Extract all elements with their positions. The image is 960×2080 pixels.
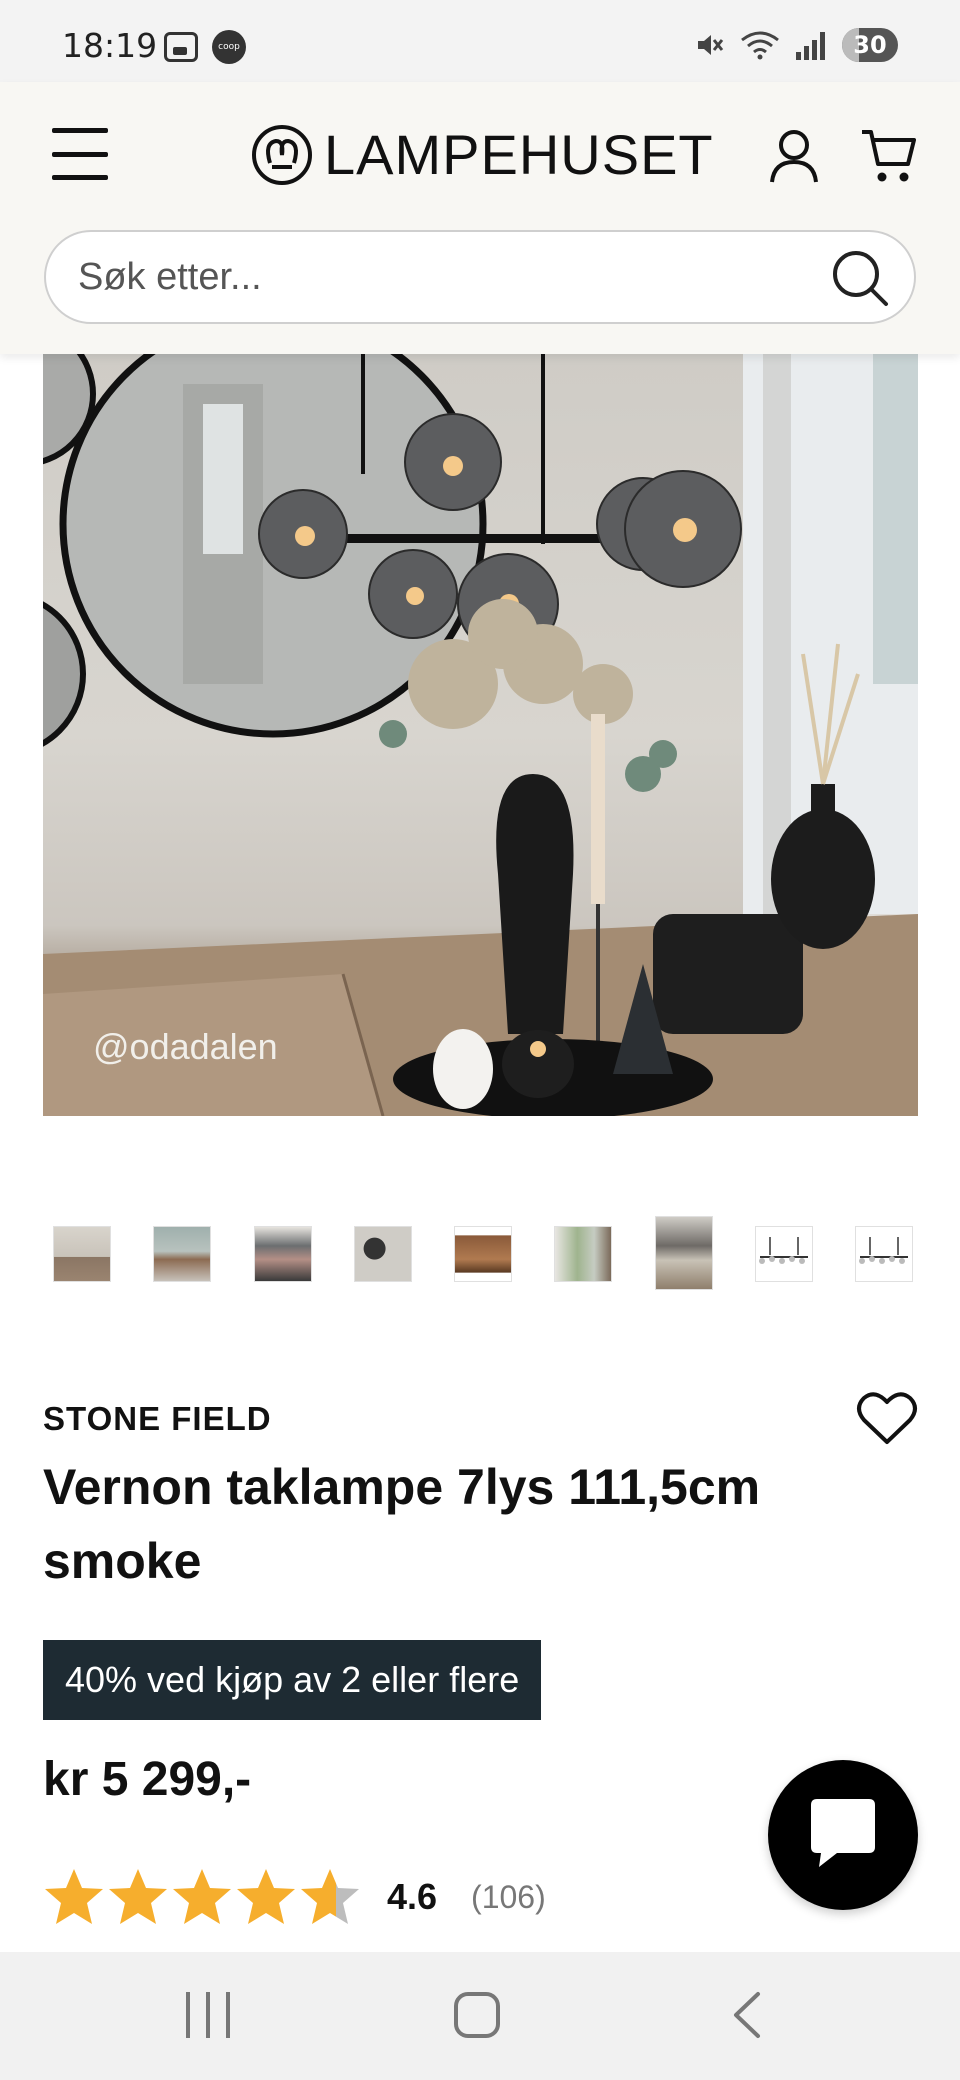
thumbnail[interactable] xyxy=(353,1226,412,1282)
thumbnail[interactable] xyxy=(454,1226,512,1282)
thumbnail[interactable] xyxy=(855,1226,913,1282)
cart-icon[interactable] xyxy=(860,126,918,186)
battery-level: 30 xyxy=(853,31,887,59)
chat-bubble-icon xyxy=(811,1799,875,1867)
battery-indicator: 30 xyxy=(842,28,898,62)
mute-icon xyxy=(698,35,724,55)
product-title: Vernon taklampe 7lys 111,5cm smoke xyxy=(43,1459,761,1589)
lamp-logo-icon xyxy=(252,124,312,185)
status-bar: 18:19 coop 30 xyxy=(0,0,960,82)
logo-text: LAMPEHUSET xyxy=(324,123,714,186)
star-icon xyxy=(301,1869,359,1924)
chat-button[interactable] xyxy=(768,1760,918,1910)
search-box xyxy=(44,230,916,324)
status-left-icons: coop xyxy=(164,30,246,64)
thumbnail-active[interactable] xyxy=(654,1216,713,1290)
system-nav-bar xyxy=(0,1952,960,2080)
thumbnail[interactable] xyxy=(754,1226,813,1282)
product-main-image[interactable]: @odadalen xyxy=(43,354,918,1116)
rating-count[interactable]: (106) xyxy=(471,1879,546,1916)
search-icon[interactable] xyxy=(830,248,890,308)
wifi-icon xyxy=(741,31,779,60)
product-price: kr 5 299,- xyxy=(43,1753,252,1806)
status-right-icons: 30 xyxy=(694,28,898,62)
star-icon xyxy=(45,1869,103,1924)
thumbnail-strip xyxy=(53,1216,913,1292)
signal-icon xyxy=(796,30,826,60)
lamp-product-thumb xyxy=(859,1237,908,1264)
gallery-icon xyxy=(164,32,198,62)
recent-apps-button[interactable] xyxy=(186,1992,230,2038)
rating-value: 4.6 xyxy=(387,1876,438,1917)
status-time: 18:19 xyxy=(62,26,158,65)
lamp-product-thumb xyxy=(758,1237,808,1264)
coop-app-icon: coop xyxy=(212,30,246,64)
product-photo xyxy=(43,354,918,1116)
thumbnail[interactable] xyxy=(153,1226,212,1282)
star-icon xyxy=(109,1869,167,1924)
product-brand[interactable]: STONE FIELD xyxy=(43,1400,272,1438)
back-icon[interactable] xyxy=(728,1990,768,2040)
home-button[interactable] xyxy=(454,1992,500,2038)
site-header: LAMPEHUSET xyxy=(0,82,960,354)
promo-badge: 40% ved kjøp av 2 eller flere xyxy=(43,1640,542,1720)
image-watermark: @odadalen xyxy=(93,1026,278,1067)
star-icon xyxy=(173,1869,231,1924)
search-input[interactable] xyxy=(78,232,818,322)
thumbnail[interactable] xyxy=(554,1226,613,1282)
menu-button[interactable] xyxy=(52,128,108,180)
rating-stars xyxy=(43,1866,361,1928)
star-icon xyxy=(237,1869,295,1924)
thumbnail[interactable] xyxy=(253,1226,312,1282)
menu-icon xyxy=(52,128,108,133)
account-icon[interactable] xyxy=(768,128,820,184)
product-rating[interactable]: 4.6 (106) xyxy=(43,1866,546,1928)
site-logo[interactable]: LAMPEHUSET xyxy=(250,122,714,187)
heart-icon[interactable] xyxy=(856,1390,918,1446)
thumbnail[interactable] xyxy=(53,1226,111,1282)
